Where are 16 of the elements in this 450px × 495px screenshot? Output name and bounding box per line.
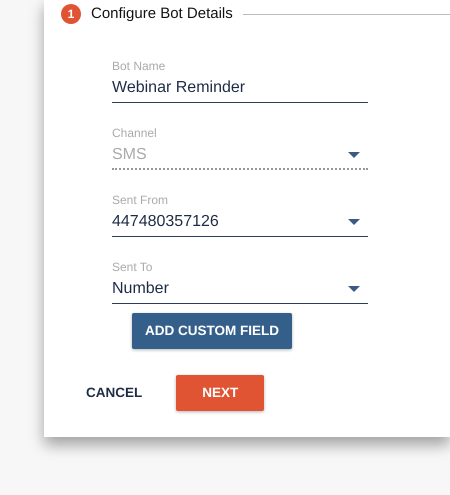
field-label: Bot Name bbox=[112, 58, 166, 74]
step-title: Configure Bot Details bbox=[91, 4, 233, 24]
dropdown-field: SMS bbox=[112, 141, 368, 170]
field-label: Channel bbox=[112, 125, 158, 141]
caret-icon bbox=[348, 152, 360, 158]
dropdown-field[interactable]: Number bbox=[112, 275, 368, 304]
field-label: Sent From bbox=[112, 192, 170, 208]
field-label: Sent To bbox=[112, 259, 154, 275]
input-field[interactable]: Webinar Reminder bbox=[112, 74, 368, 103]
next-button[interactable]: NEXT bbox=[176, 375, 264, 411]
add-custom-field-button[interactable]: ADD CUSTOM FIELD bbox=[132, 313, 292, 349]
cancel-button[interactable]: CANCEL bbox=[76, 378, 152, 408]
step-number: 1 bbox=[61, 4, 81, 24]
dropdown-field[interactable]: 447480357126 bbox=[112, 208, 368, 237]
caret-icon bbox=[348, 286, 360, 292]
caret-icon bbox=[348, 219, 360, 225]
